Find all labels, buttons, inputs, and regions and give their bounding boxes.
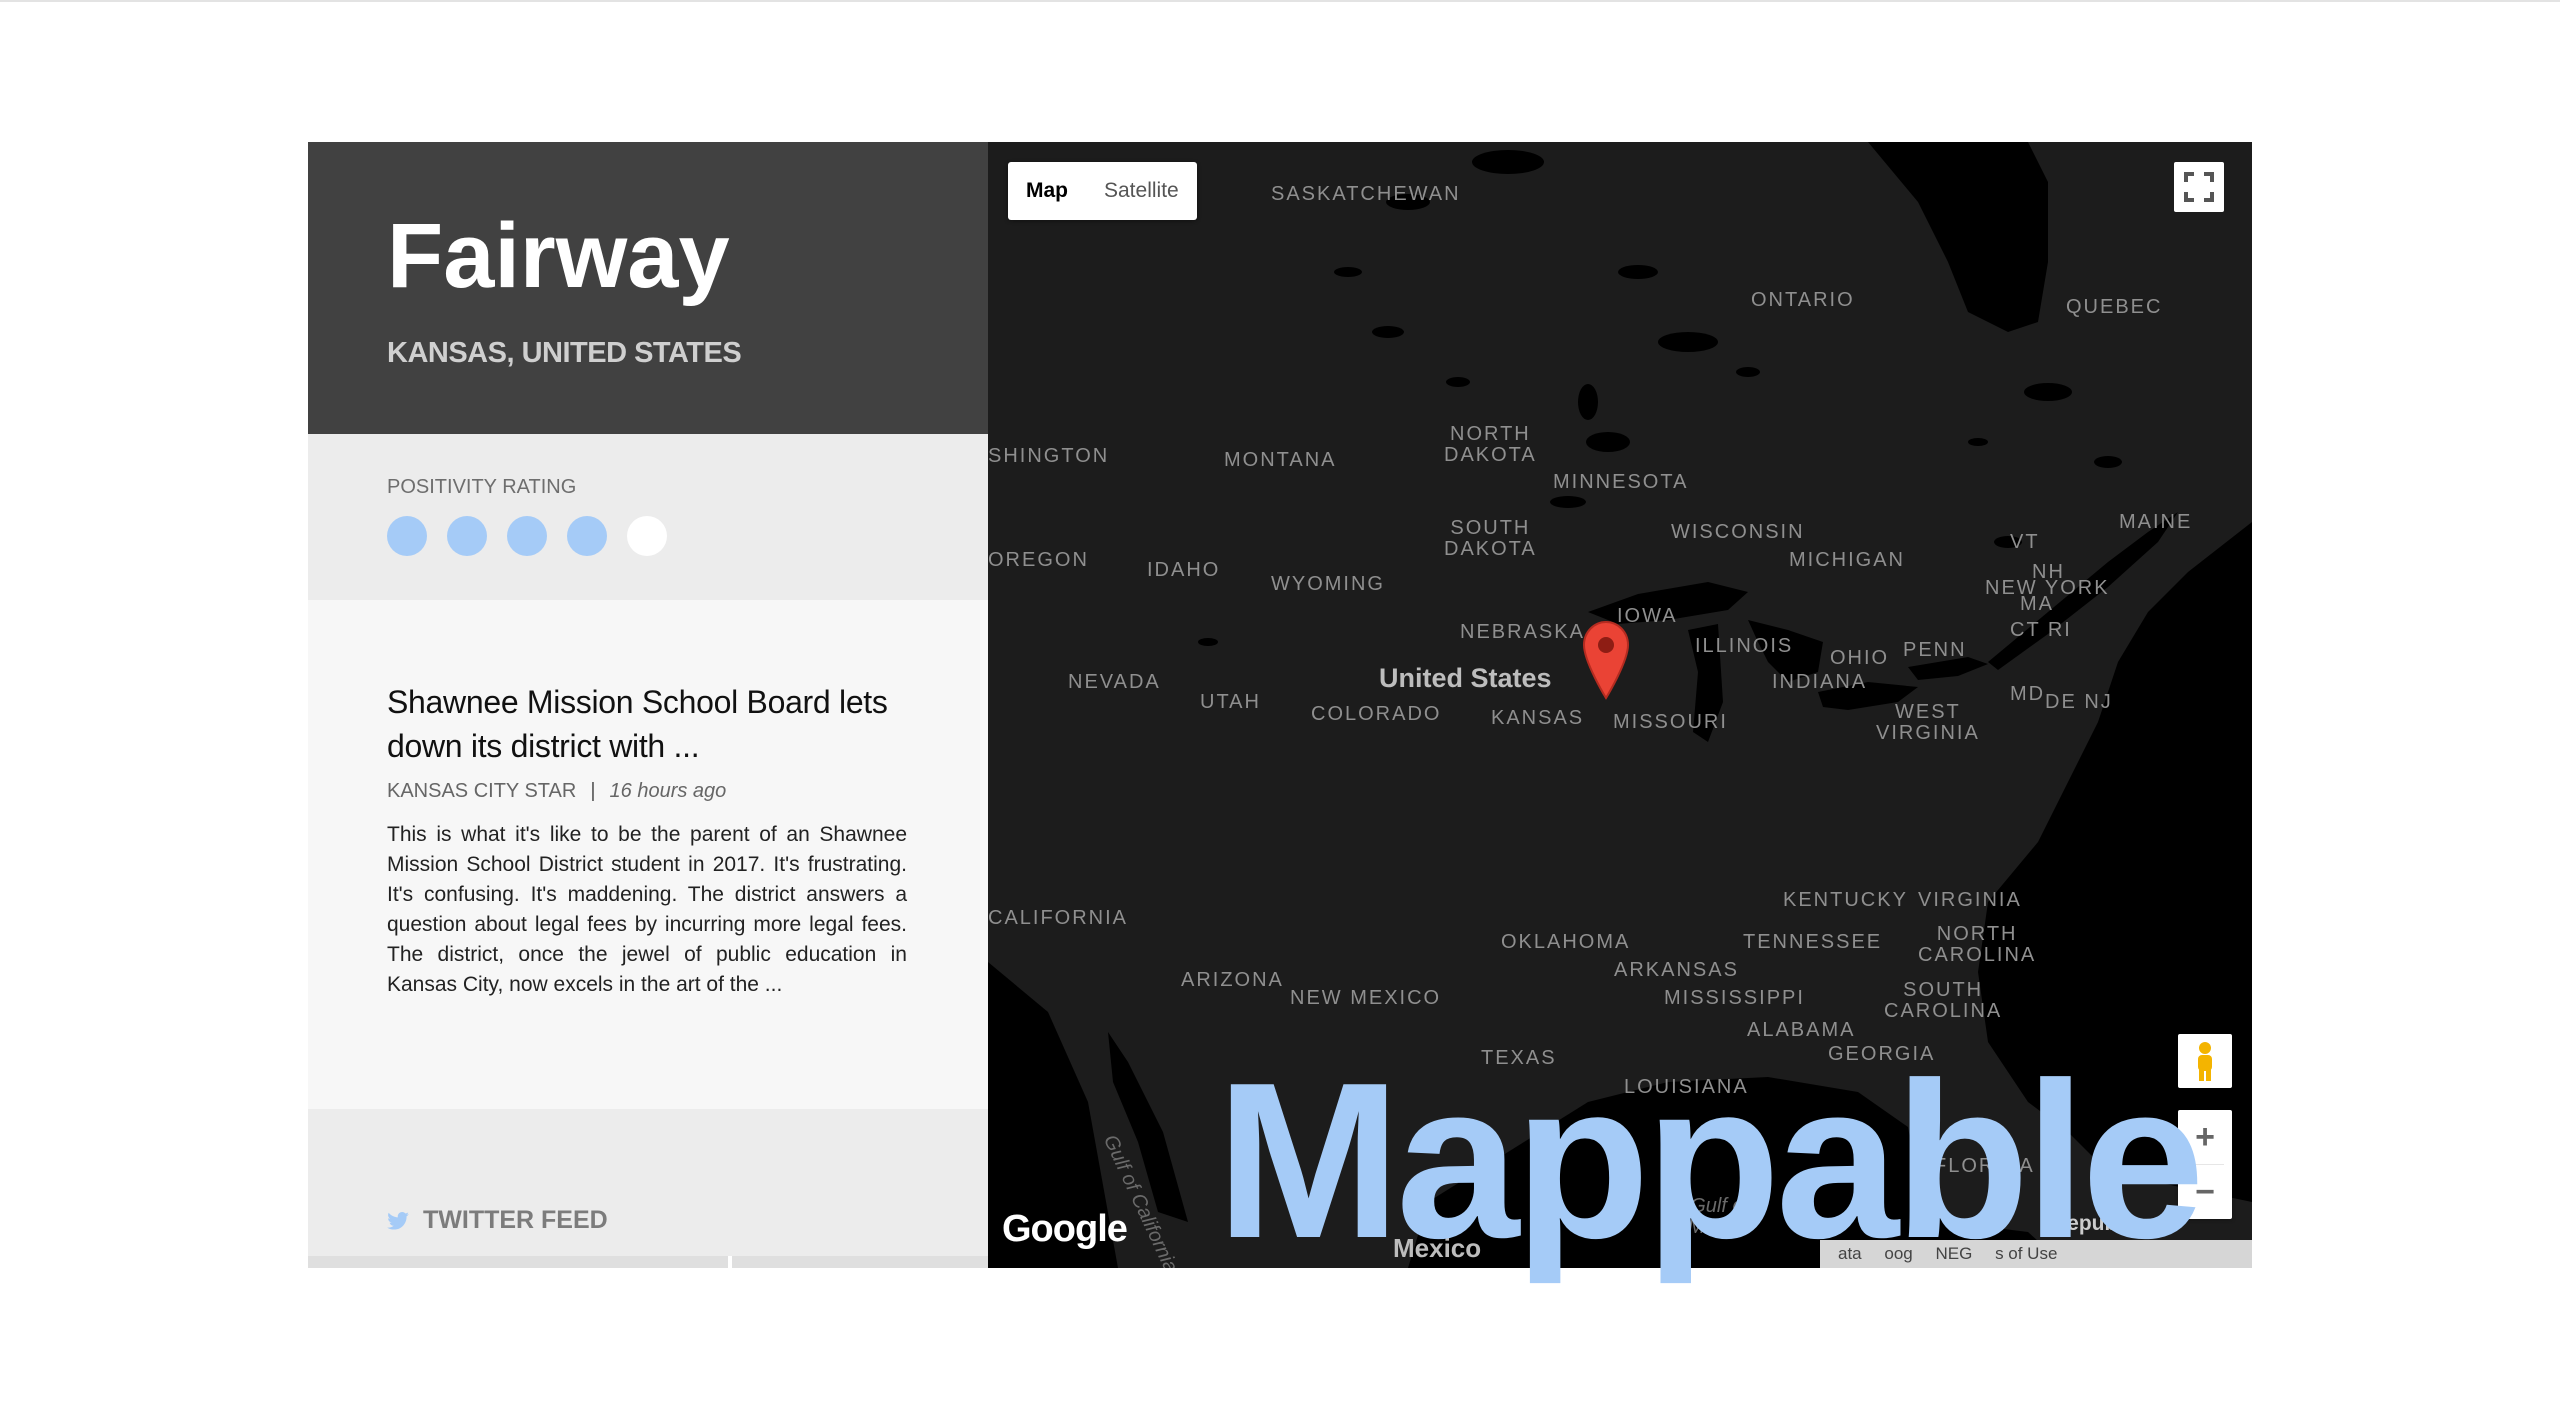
- map-label-utah: UTAH: [1200, 691, 1261, 713]
- map-label-new-mexico: NEW MEXICO: [1290, 987, 1442, 1009]
- map-label-virginia: VIRGINIA: [1918, 889, 2022, 911]
- map-label-arkansas: ARKANSAS: [1614, 959, 1739, 981]
- news-source: KANSAS CITY STAR: [387, 780, 577, 802]
- news-excerpt: This is what it's like to be the parent …: [387, 823, 907, 996]
- news-item[interactable]: Shawnee Mission School Board lets down i…: [308, 600, 988, 1109]
- map-type-control: Map Satellite: [1008, 162, 1197, 220]
- rating-dot: [447, 516, 487, 556]
- map-label-ma: MA: [2020, 593, 2054, 615]
- map-label-kansas: KANSAS: [1491, 707, 1585, 729]
- map-label-colorado: COLORADO: [1311, 703, 1442, 725]
- map-type-map-button[interactable]: Map: [1008, 162, 1086, 220]
- region-subtitle: KANSAS, UNITED STATES: [387, 337, 742, 369]
- map-label-penn: PENN: [1903, 639, 1967, 661]
- map-label-saskatchewan: SASKATCHEWAN: [1271, 183, 1461, 205]
- map-label-ct-ri: CT RI: [2010, 619, 2072, 641]
- map-label-ohio: OHIO: [1830, 647, 1890, 669]
- map-label-kentucky: KENTUCKY: [1783, 889, 1908, 911]
- map-label-minnesota: MINNESOTA: [1553, 471, 1689, 493]
- map-label-quebec: QUEBEC: [2066, 296, 2163, 318]
- map-label-montana: MONTANA: [1224, 449, 1337, 471]
- map-label-california: CALIFORNIA: [988, 907, 1129, 929]
- rating-label: POSITIVITY RATING: [387, 476, 577, 498]
- place-header: Fairway KANSAS, UNITED STATES: [308, 142, 988, 434]
- map-label-illinois: ILLINOIS: [1695, 635, 1794, 657]
- map-label-ontario: ONTARIO: [1751, 289, 1855, 311]
- map-label-south-carolina: SOUTH CAROLINA: [1884, 979, 2003, 1022]
- map-label-missouri: MISSOURI: [1613, 711, 1728, 733]
- map-label-west-virginia: WEST VIRGINIA: [1876, 701, 1980, 744]
- map-label-wisconsin: WISCONSIN: [1671, 521, 1805, 543]
- rating-dot: [507, 516, 547, 556]
- twitter-bird-icon: [387, 1212, 409, 1230]
- rating-dot: [567, 516, 607, 556]
- map-label-nebraska: NEBRASKA: [1460, 621, 1585, 643]
- mappable-watermark: Mappable: [1216, 1037, 2205, 1285]
- fullscreen-icon: [2184, 172, 2214, 202]
- twitter-feed-label: TWITTER FEED: [423, 1206, 608, 1234]
- fullscreen-button[interactable]: [2174, 162, 2224, 212]
- map-label-maine: MAINE: [2119, 511, 2193, 533]
- map-label-indiana: INDIANA: [1772, 671, 1868, 693]
- map-label-md: MD: [2010, 683, 2046, 705]
- news-meta: KANSAS CITY STAR | 16 hours ago: [387, 780, 726, 803]
- map-label-united-states: United States: [1379, 663, 1552, 693]
- map-label-north-carolina: NORTH CAROLINA: [1918, 923, 2037, 966]
- map-label-washington: SHINGTON: [988, 445, 1110, 467]
- city-title: Fairway: [387, 205, 730, 307]
- map-label-de-nj: DE NJ: [2045, 691, 2113, 713]
- map-label-south-dakota: SOUTH DAKOTA: [1444, 517, 1537, 560]
- rating-dot: [387, 516, 427, 556]
- sidebar: Fairway KANSAS, UNITED STATES POSITIVITY…: [308, 142, 988, 1268]
- map-label-mississippi: MISSISSIPPI: [1664, 987, 1805, 1009]
- meta-separator: |: [590, 780, 596, 802]
- top-divider: [0, 0, 2560, 2]
- twitter-feed-heading: TWITTER FEED: [387, 1206, 608, 1235]
- map-label-oklahoma: OKLAHOMA: [1501, 931, 1631, 953]
- map-type-satellite-button[interactable]: Satellite: [1086, 162, 1197, 220]
- map-label-north-dakota: NORTH DAKOTA: [1444, 423, 1537, 466]
- map-label-idaho: IDAHO: [1147, 559, 1221, 581]
- news-headline[interactable]: Shawnee Mission School Board lets down i…: [387, 680, 927, 768]
- google-logo: Google: [1002, 1208, 1128, 1250]
- news-time: 16 hours ago: [609, 780, 727, 802]
- map-label-nevada: NEVADA: [1068, 671, 1161, 693]
- twitter-tabs: [308, 1256, 988, 1268]
- map-label-wyoming: WYOMING: [1271, 573, 1385, 595]
- location-marker-icon[interactable]: [1582, 620, 1630, 700]
- map-label-tennessee: TENNESSEE: [1743, 931, 1883, 953]
- positivity-rating: POSITIVITY RATING: [308, 434, 988, 600]
- map-label-arizona: ARIZONA: [1181, 969, 1284, 991]
- rating-dot: [627, 516, 667, 556]
- map-label-michigan: MICHIGAN: [1789, 549, 1905, 571]
- map-label-vt: VT: [2010, 531, 2040, 553]
- map-label-oregon: OREGON: [988, 549, 1089, 571]
